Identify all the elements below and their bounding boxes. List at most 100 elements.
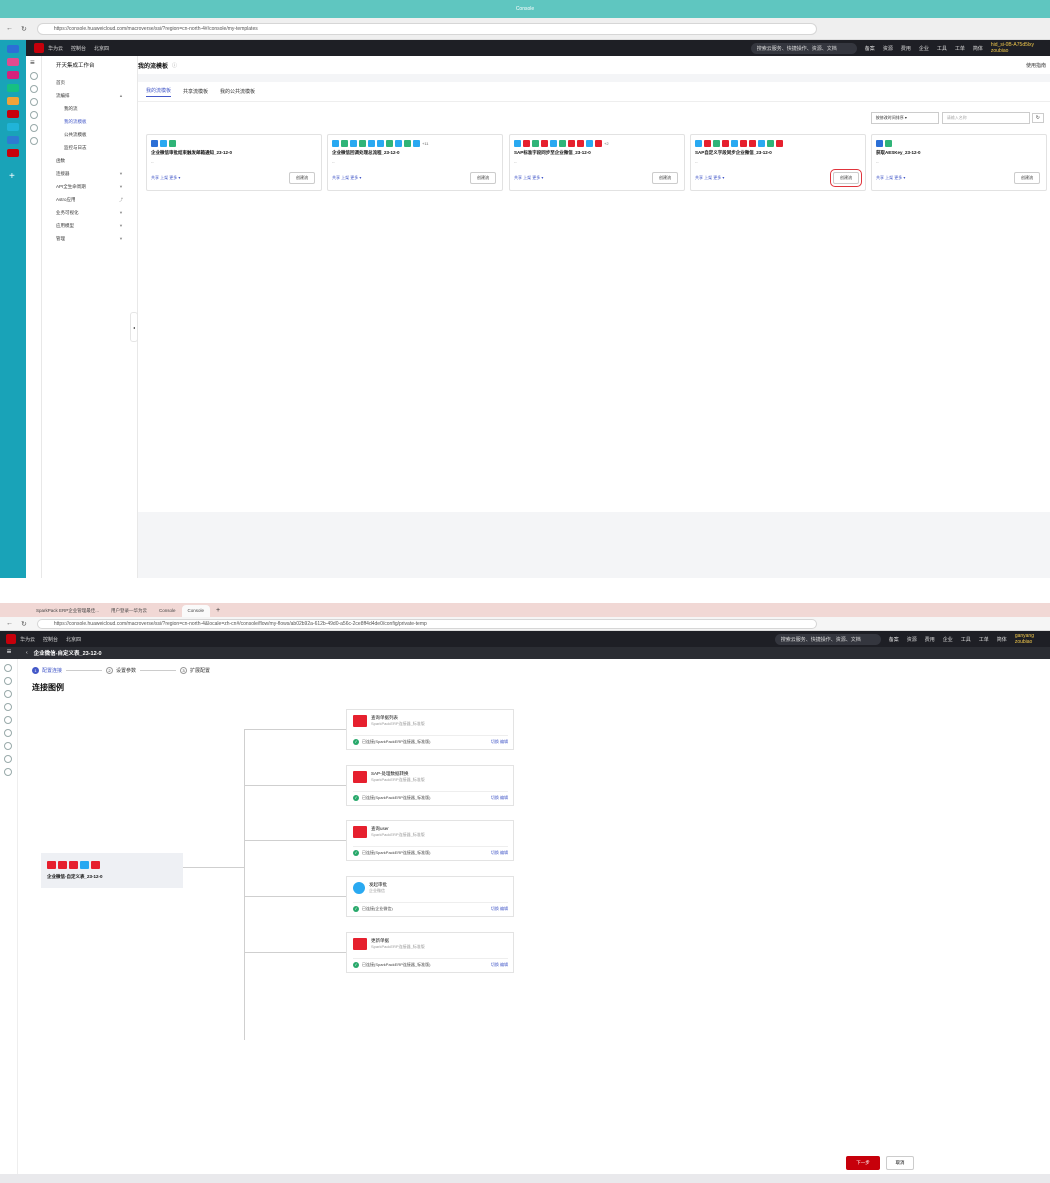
cancel-button[interactable]: 取消 (886, 1156, 914, 1170)
tab-my-public-templates[interactable]: 我的公共流模板 (220, 88, 255, 95)
edge-app-icon[interactable] (7, 45, 19, 53)
template-card[interactable]: 获取AESKey_23-12-0 -- 共享 上架 更多 ▾ 创建流 (871, 134, 1047, 191)
connector-card[interactable]: 更新单据 SparkPackERP连接器_标准版 ✓ 已连接(SparkPackERP… (346, 932, 514, 973)
edge-app-icon[interactable] (7, 71, 19, 79)
edge-app-icon[interactable] (7, 110, 19, 118)
nav-item-tickets[interactable]: 工单 (979, 636, 989, 643)
nav-item-resources[interactable]: 资源 (883, 45, 893, 52)
sidebar-item[interactable]: 连接器 ▼ (42, 167, 137, 180)
edge-app-icon[interactable] (7, 123, 19, 131)
back-icon[interactable]: ← (6, 25, 13, 32)
sidebar-item[interactable]: 监控与日志 (42, 141, 137, 154)
template-card[interactable]: SAP自定义字段同步企业微信_23-12-0 -- 共享 上架 更多 ▾ 创建流 (690, 134, 866, 191)
settings-icon[interactable] (4, 768, 12, 776)
settings-icon[interactable] (30, 137, 38, 145)
region-select[interactable]: 北京四 (94, 45, 109, 52)
card-links[interactable]: 共享 上架 更多 ▾ (514, 175, 543, 181)
region-select[interactable]: 北京四 (66, 636, 81, 643)
switch-edit-links[interactable]: 切换 编辑 (491, 739, 508, 745)
sidebar-item[interactable]: 管理 ▼ (42, 232, 137, 245)
source-node[interactable]: 企业微信-自定义表_23-12-0 (41, 853, 183, 888)
switch-edit-links[interactable]: 切换 编辑 (491, 962, 508, 968)
tab-my-templates[interactable]: 我的流模板 (146, 87, 172, 97)
card-links[interactable]: 共享 上架 更多 ▾ (332, 175, 361, 181)
add-icon[interactable]: + (9, 171, 26, 182)
sort-select[interactable]: 按修改时间排序 ▾ (870, 112, 939, 124)
connector-card[interactable]: 发起审批 企业微信 ✓ 已连接(企业微信) 切换 编辑 (346, 876, 514, 917)
flow-icon[interactable] (4, 690, 12, 698)
nav-item-enterprise[interactable]: 企业 (943, 636, 953, 643)
switch-edit-links[interactable]: 切换 编辑 (491, 795, 508, 801)
connector-card[interactable]: 查询user SparkPackERP连接器_标准版 ✓ 已连接(SparkPackE… (346, 820, 514, 861)
global-search[interactable]: 搜索云服务、快捷操作、资源、文档 (774, 633, 881, 645)
nav-item-tools[interactable]: 工具 (961, 636, 971, 643)
create-flow-button[interactable]: 创建流 (830, 169, 862, 187)
connector-icon[interactable] (4, 703, 12, 711)
connector-card[interactable]: 查询单据列表 SparkPackERP连接器_标准版 ✓ 已连接(SparkPackE… (346, 709, 514, 750)
cloud-icon[interactable] (4, 677, 12, 685)
connector-card[interactable]: SAP-处理数据转换 SparkPackERP连接器_标准版 ✓ 已连接(SparkP… (346, 765, 514, 806)
edge-app-icon[interactable] (7, 149, 19, 157)
sidebar-item[interactable]: 业务可视化 ▼ (42, 206, 137, 219)
sidebar-item[interactable]: API全生命周期 ▼ (42, 180, 137, 193)
address-bar[interactable]: https://console.huaweicloud.com/macrover… (36, 22, 817, 35)
home-icon[interactable] (4, 664, 12, 672)
language-select[interactable]: 简体 (973, 45, 983, 52)
console-link[interactable]: 控制台 (71, 45, 86, 52)
step-3[interactable]: 扩展配置 (190, 667, 210, 674)
cloud-icon[interactable] (4, 729, 12, 737)
create-flow-button[interactable]: 创建流 (652, 172, 678, 184)
edge-app-icon[interactable] (7, 97, 19, 105)
refresh-icon[interactable]: ↻ (21, 25, 27, 33)
switch-edit-links[interactable]: 切换 编辑 (491, 850, 508, 856)
help-link[interactable]: 使用指南 (1026, 62, 1046, 69)
card-links[interactable]: 共享 上架 更多 ▾ (695, 175, 724, 181)
tab-shared-templates[interactable]: 共享流模板 (183, 88, 208, 95)
sidebar-item[interactable]: 函数 (42, 154, 137, 167)
sidebar-item[interactable]: 我的流模板 (42, 115, 137, 128)
card-links[interactable]: 共享 上架 更多 ▾ (151, 175, 180, 181)
browser-tab[interactable]: Console (153, 605, 182, 617)
refresh-button[interactable]: ↻ (1031, 113, 1044, 123)
create-flow-button[interactable]: 创建流 (470, 172, 496, 184)
document-icon[interactable] (4, 716, 12, 724)
console-link[interactable]: 控制台 (43, 636, 58, 643)
sidebar-item[interactable]: 应用模型 ▼ (42, 219, 137, 232)
nav-item-billing[interactable]: 费用 (925, 636, 935, 643)
switch-edit-links[interactable]: 切换 编辑 (491, 906, 508, 912)
help-icon[interactable]: ⓘ (172, 62, 177, 69)
sidebar-item[interactable]: 我的流 (42, 102, 137, 115)
nav-item-filing[interactable]: 备案 (889, 636, 899, 643)
nav-item-resources[interactable]: 资源 (907, 636, 917, 643)
back-arrow-icon[interactable]: ‹ (26, 650, 28, 656)
global-search[interactable]: 搜索云服务、快捷操作、资源、文档 (750, 42, 857, 54)
cloud-icon[interactable] (30, 85, 38, 93)
next-button[interactable]: 下一步 (846, 1156, 880, 1170)
nav-item-tools[interactable]: 工具 (937, 45, 947, 52)
new-tab-icon[interactable]: + (216, 607, 220, 614)
card-links[interactable]: 共享 上架 更多 ▾ (876, 175, 905, 181)
browser-tab[interactable]: 用户登录—华为云 (105, 605, 153, 617)
user-menu[interactable]: hid_si-0B-A75d5lxy zoubiao (991, 42, 1042, 54)
document-icon[interactable] (30, 124, 38, 132)
address-bar[interactable]: https://console.huaweicloud.com/macrover… (36, 618, 817, 629)
nav-item-enterprise[interactable]: 企业 (919, 45, 929, 52)
sidebar-item[interactable]: 公共流模板 (42, 128, 137, 141)
sidebar-item[interactable]: Astro应用 ⤴ (42, 193, 137, 206)
flow-icon[interactable] (30, 98, 38, 106)
nav-item-filing[interactable]: 备案 (865, 45, 875, 52)
template-card[interactable]: +2 SAP标准字段同步至企业微信_23-12-0 -- 共享 上架 更多 ▾ 创建流 (509, 134, 685, 191)
refresh-icon[interactable]: ↻ (21, 620, 27, 628)
back-icon[interactable]: ← (6, 620, 13, 627)
home-icon[interactable] (30, 72, 38, 80)
edge-app-icon[interactable] (7, 58, 19, 66)
browser-tab-active[interactable]: Console (181, 605, 211, 617)
template-card[interactable]: +11 企业微信回调处理总流程_23-12-0 -- 共享 上架 更多 ▾ 创建流 (327, 134, 503, 191)
connector-icon[interactable] (30, 111, 38, 119)
create-flow-button[interactable]: 创建流 (1014, 172, 1040, 184)
edge-app-icon[interactable] (7, 84, 19, 92)
sidebar-item[interactable]: 首页 (42, 76, 137, 89)
menu-icon[interactable]: ≡ (30, 58, 41, 67)
menu-icon[interactable]: ≡ (0, 647, 18, 659)
user-menu[interactable]: ganyang zoubiao (1015, 633, 1042, 645)
